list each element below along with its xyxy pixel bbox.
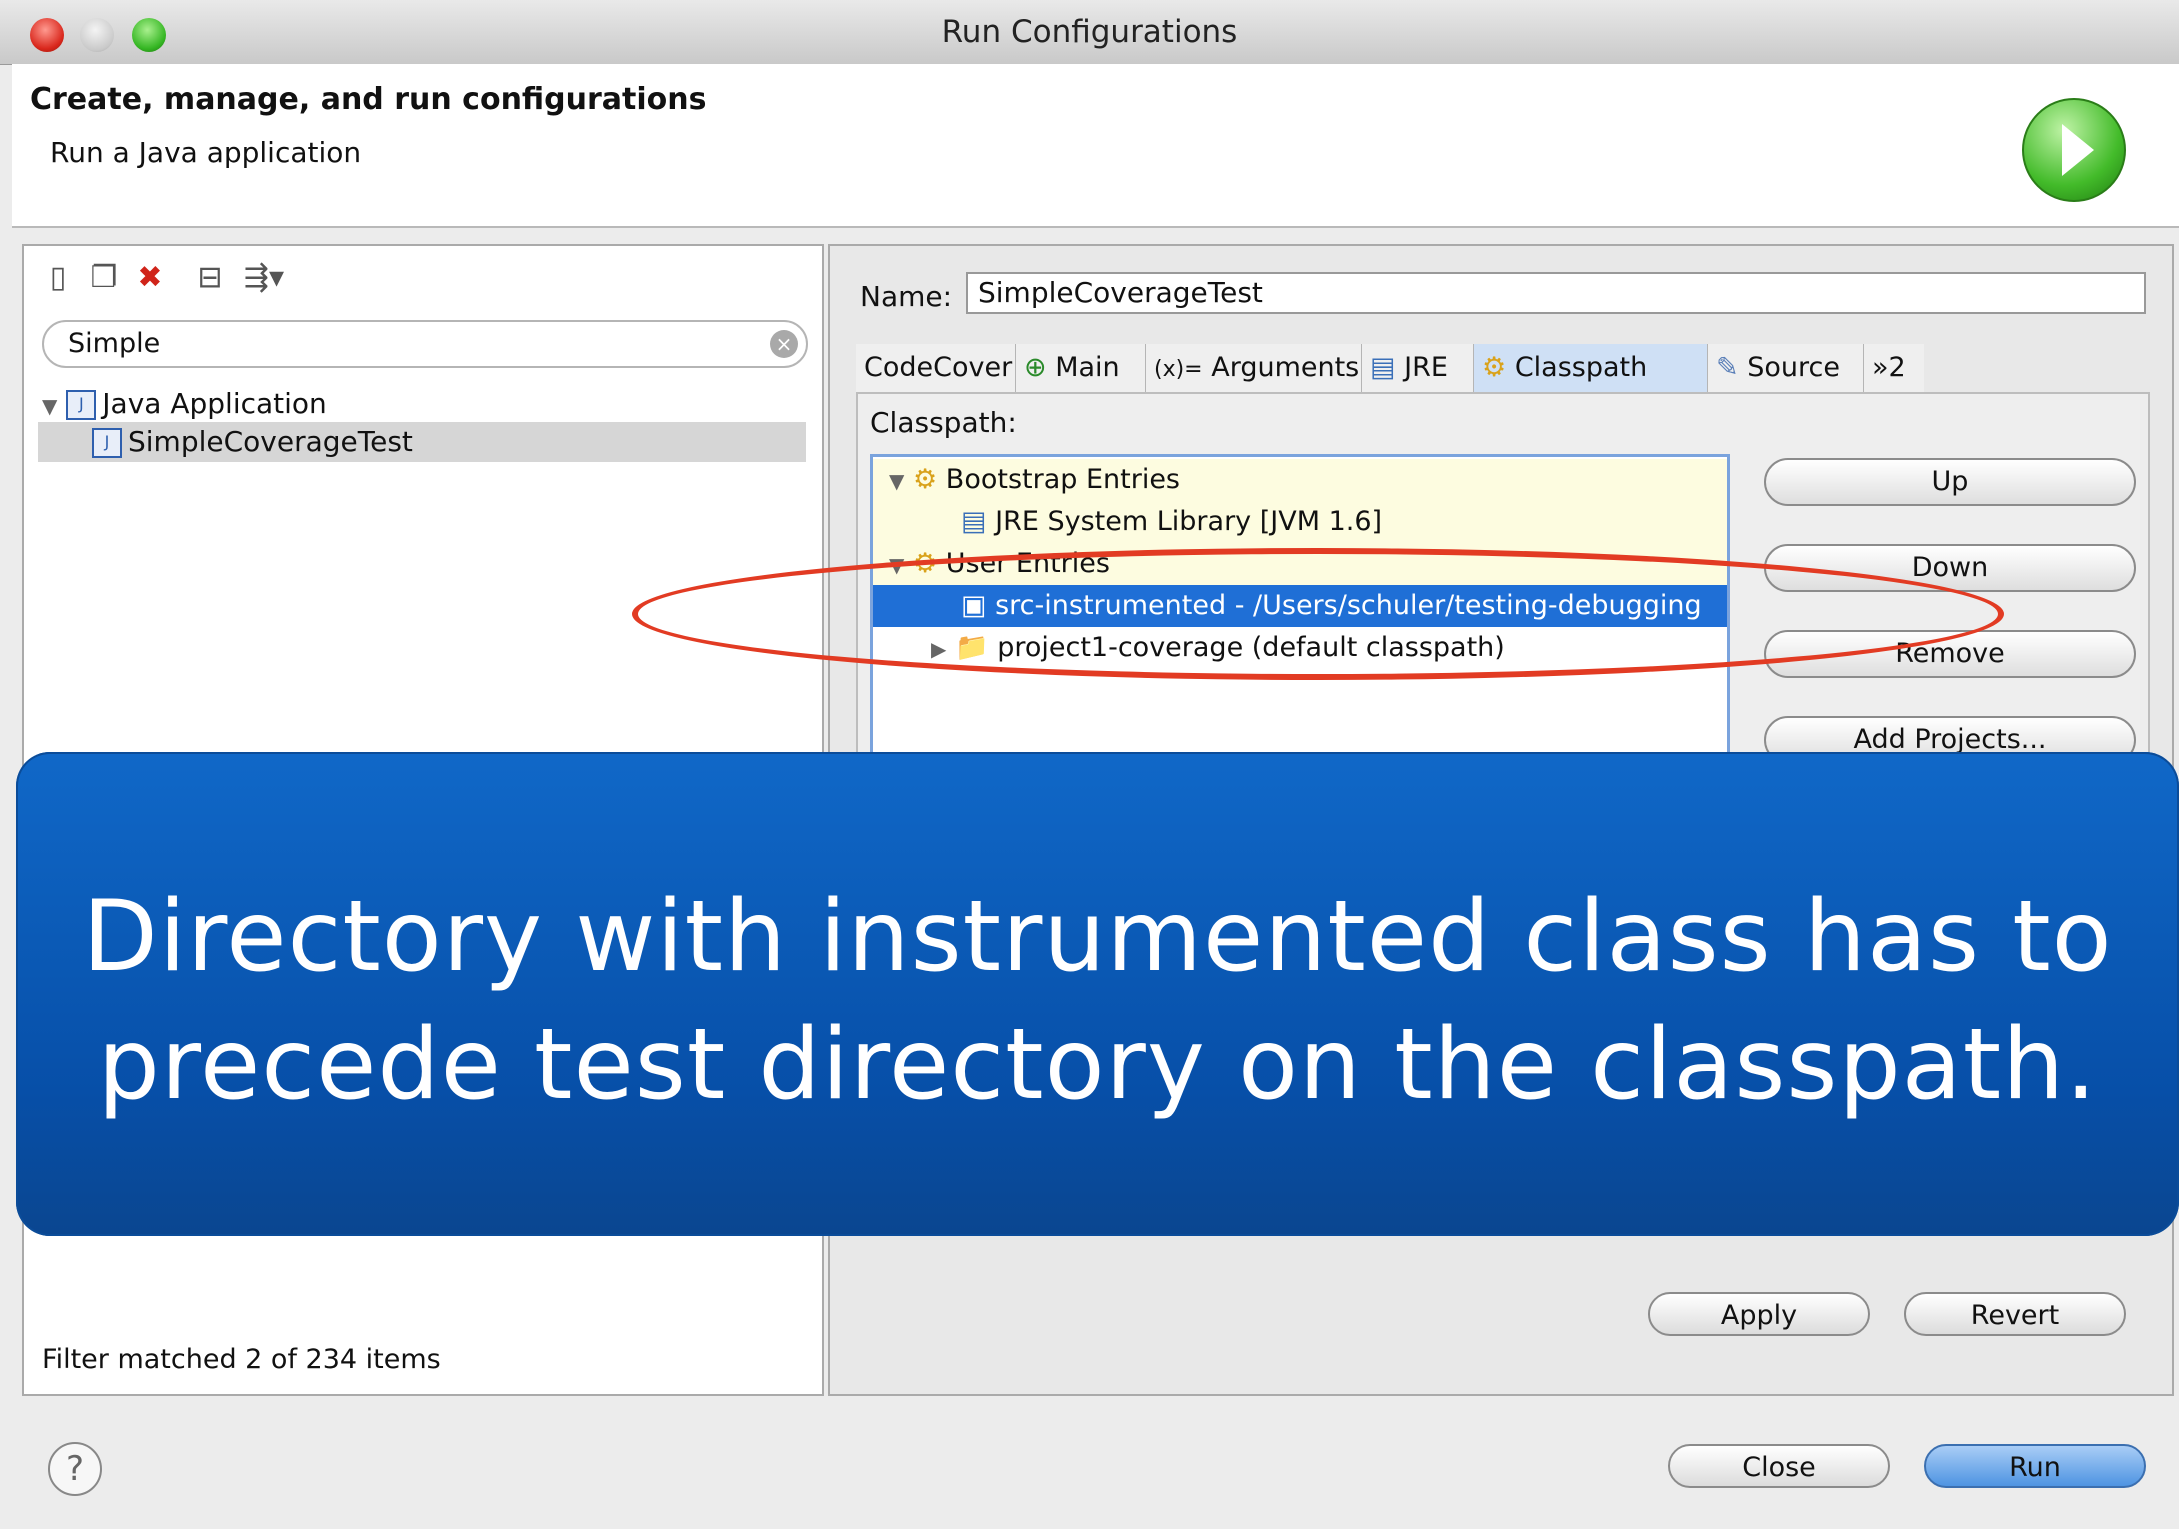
tree-expand-icon[interactable]: ▼ <box>889 469 904 493</box>
callout-box: Directory with instrumented class has to… <box>16 752 2179 1236</box>
filter-input[interactable]: Simple × <box>42 320 808 368</box>
tab-overflow[interactable]: »2 <box>1864 344 1924 392</box>
tab-classpath[interactable]: ⚙ Classpath <box>1474 344 1708 392</box>
run-button[interactable]: Run <box>1924 1444 2146 1488</box>
filter-menu-icon[interactable]: ⇶▾ <box>236 258 292 298</box>
tab-label: CodeCover <box>864 352 1013 383</box>
name-label: Name: <box>860 280 953 313</box>
close-button[interactable]: Close <box>1668 1444 1890 1488</box>
callout-line-2: precede test directory on the classpath. <box>97 1008 2098 1122</box>
dialog-header: Create, manage, and run configurations R… <box>12 64 2179 228</box>
classpath-entry-bootstrap[interactable]: ▼ ⚙ Bootstrap Entries <box>873 459 1727 501</box>
clear-filter-icon[interactable]: × <box>770 330 798 358</box>
delete-configuration-icon[interactable]: ✖ <box>130 258 170 298</box>
arguments-icon: (x)= <box>1154 357 1203 382</box>
tab-arguments[interactable]: (x)= Arguments <box>1146 344 1362 392</box>
tree-item-label: SimpleCoverageTest <box>128 425 413 458</box>
tab-bar: CodeCover ⊕ Main (x)= Arguments ▤ JRE ⚙ … <box>856 344 2146 392</box>
header-subtitle: Run a Java application <box>50 136 362 169</box>
tab-label: »2 <box>1872 352 1906 383</box>
header-title: Create, manage, and run configurations <box>30 82 707 117</box>
tree-expand-icon[interactable]: ▼ <box>42 394 57 418</box>
classpath-entry-jre-library[interactable]: ▤ JRE System Library [JVM 1.6] <box>873 501 1727 543</box>
tab-label: Source <box>1747 352 1840 383</box>
name-field[interactable]: SimpleCoverageTest <box>966 272 2146 314</box>
window-title: Run Configurations <box>941 14 1238 50</box>
library-icon: ▤ <box>961 506 987 537</box>
entry-label: JRE System Library [JVM 1.6] <box>995 506 1383 537</box>
jre-icon: ▤ <box>1370 352 1396 383</box>
run-banner-icon <box>2022 98 2126 202</box>
tab-source[interactable]: ✎ Source <box>1708 344 1864 392</box>
tree-item-simplecoveragetest[interactable]: J SimpleCoverageTest <box>92 422 413 462</box>
filter-input-value: Simple <box>68 328 161 359</box>
apply-button[interactable]: Apply <box>1648 1292 1870 1336</box>
filter-status: Filter matched 2 of 234 items <box>42 1344 441 1375</box>
java-configuration-icon: J <box>92 428 122 458</box>
tab-label: JRE <box>1404 352 1448 383</box>
new-configuration-icon[interactable]: ▯ <box>38 258 78 298</box>
entry-label: Bootstrap Entries <box>945 464 1181 495</box>
classpath-icon: ⚙ <box>1482 352 1507 383</box>
title-bar: Run Configurations <box>0 0 2179 65</box>
collapse-all-icon[interactable]: ⊟ <box>190 258 230 298</box>
help-icon[interactable]: ? <box>48 1442 102 1496</box>
tab-main[interactable]: ⊕ Main <box>1016 344 1146 392</box>
tree-item-label: Java Application <box>102 387 327 420</box>
tree-item-java-application[interactable]: ▼ J Java Application <box>42 384 327 424</box>
bootstrap-entries-icon: ⚙ <box>912 464 938 495</box>
callout-line-1: Directory with instrumented class has to <box>82 880 2113 994</box>
run-configurations-window: Run Configurations Create, manage, and r… <box>0 0 2179 1529</box>
tab-label: Main <box>1055 352 1120 383</box>
tab-jre[interactable]: ▤ JRE <box>1362 344 1474 392</box>
revert-button[interactable]: Revert <box>1904 1292 2126 1336</box>
tab-codecover[interactable]: CodeCover <box>856 344 1016 392</box>
duplicate-configuration-icon[interactable]: ❐ <box>84 258 124 298</box>
source-icon: ✎ <box>1716 352 1739 383</box>
java-application-icon: J <box>66 390 97 420</box>
up-button[interactable]: Up <box>1764 458 2136 506</box>
tab-label: Classpath <box>1514 352 1648 383</box>
main-icon: ⊕ <box>1024 352 1047 383</box>
highlight-ellipse <box>632 548 2004 680</box>
classpath-label: Classpath: <box>870 406 1017 439</box>
tab-label: Arguments <box>1211 352 1360 383</box>
